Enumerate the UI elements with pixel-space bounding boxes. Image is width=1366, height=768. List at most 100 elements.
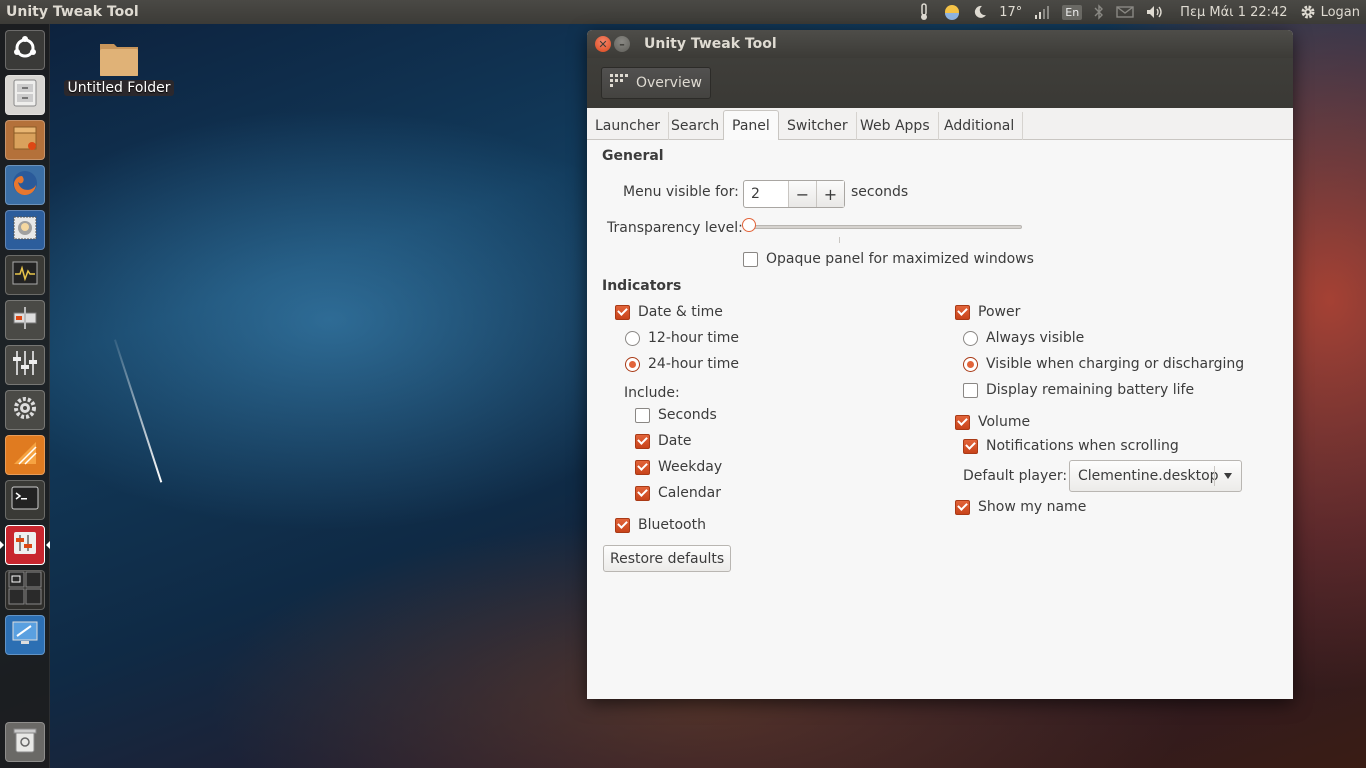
tab-search[interactable]: Search bbox=[663, 112, 729, 140]
show-name-option[interactable]: Show my name bbox=[955, 499, 1086, 515]
visible-charging-option[interactable]: Visible when charging or discharging bbox=[963, 356, 1244, 372]
launcher-thunderbird[interactable] bbox=[5, 210, 45, 250]
transparency-slider-track[interactable] bbox=[747, 225, 1022, 229]
bluetooth-option[interactable]: Bluetooth bbox=[615, 517, 706, 533]
default-player-dropdown[interactable]: Clementine.desktop bbox=[1069, 460, 1242, 492]
decrement-button[interactable]: − bbox=[788, 181, 816, 207]
bluetooth-icon[interactable] bbox=[1088, 0, 1110, 24]
dropdown-separator bbox=[1214, 466, 1215, 486]
show-name-label: Show my name bbox=[978, 499, 1087, 515]
hour12-label: 12-hour time bbox=[648, 330, 740, 346]
launcher-firefox[interactable] bbox=[5, 165, 45, 205]
launcher-remote-desktop[interactable] bbox=[5, 615, 45, 655]
calendar-option[interactable]: Calendar bbox=[635, 485, 721, 501]
weekday-option[interactable]: Weekday bbox=[635, 459, 722, 475]
desktop-folder[interactable]: Untitled Folder bbox=[64, 36, 174, 96]
moon-icon[interactable] bbox=[967, 0, 993, 24]
unity-tweak-tool-window: ✕ – Unity Tweak Tool Overview Launcher S… bbox=[587, 30, 1293, 699]
launcher-terminal[interactable] bbox=[5, 480, 45, 520]
keyboard-language-indicator[interactable]: En bbox=[1056, 0, 1088, 24]
notifications-scrolling-option[interactable]: Notifications when scrolling bbox=[963, 438, 1179, 454]
opaque-panel-checkbox[interactable] bbox=[743, 251, 758, 267]
launcher-trash[interactable] bbox=[5, 722, 45, 762]
menu-visible-spinbox[interactable]: 2 − + bbox=[743, 180, 845, 208]
file-cabinet-icon bbox=[12, 79, 38, 111]
launcher-disks[interactable] bbox=[5, 300, 45, 340]
tab-web-apps[interactable]: Web Apps bbox=[852, 112, 939, 140]
hour12-option[interactable]: 12-hour time bbox=[625, 330, 739, 346]
tab-additional[interactable]: Additional bbox=[936, 112, 1024, 140]
power-checkbox[interactable] bbox=[955, 304, 970, 320]
package-box-icon bbox=[11, 124, 39, 156]
settings-gear-icon bbox=[11, 394, 39, 426]
tab-switcher[interactable]: Switcher bbox=[779, 112, 857, 140]
bluetooth-checkbox[interactable] bbox=[615, 517, 630, 533]
close-button[interactable]: ✕ bbox=[595, 36, 611, 52]
minimize-icon: – bbox=[619, 37, 625, 51]
opaque-panel-option[interactable]: Opaque panel for maximized windows bbox=[743, 251, 1034, 267]
tab-launcher[interactable]: Launcher bbox=[587, 112, 670, 140]
window-title: Unity Tweak Tool bbox=[644, 36, 777, 52]
running-indicator bbox=[0, 541, 4, 549]
thermometer-icon[interactable] bbox=[911, 0, 937, 24]
general-section-title: General bbox=[602, 148, 664, 164]
folder-icon bbox=[98, 36, 140, 78]
launcher-sound-mixer[interactable] bbox=[5, 345, 45, 385]
date-label: Date bbox=[658, 433, 692, 449]
always-visible-option[interactable]: Always visible bbox=[963, 330, 1084, 346]
date-option[interactable]: Date bbox=[635, 433, 691, 449]
trash-icon bbox=[13, 726, 37, 758]
power-option[interactable]: Power bbox=[955, 304, 1020, 320]
mail-icon[interactable] bbox=[1110, 0, 1140, 24]
weather-icon[interactable] bbox=[937, 0, 967, 24]
calendar-checkbox[interactable] bbox=[635, 485, 650, 501]
battery-life-label: Display remaining battery life bbox=[986, 382, 1195, 398]
launcher-workspace-switcher[interactable] bbox=[5, 570, 45, 610]
launcher-unity-tweak-tool[interactable] bbox=[5, 525, 45, 565]
launcher-system-monitor[interactable] bbox=[5, 255, 45, 295]
minimize-button[interactable]: – bbox=[614, 36, 630, 52]
gear-icon bbox=[1300, 4, 1316, 20]
battery-life-option[interactable]: Display remaining battery life bbox=[963, 382, 1194, 398]
network-signal-icon[interactable] bbox=[1028, 0, 1056, 24]
battery-life-checkbox[interactable] bbox=[963, 382, 978, 398]
close-icon: ✕ bbox=[598, 37, 608, 51]
launcher-files[interactable] bbox=[5, 75, 45, 115]
hour24-radio[interactable] bbox=[625, 356, 640, 372]
notifications-scrolling-label: Notifications when scrolling bbox=[986, 438, 1179, 454]
date-checkbox[interactable] bbox=[635, 433, 650, 449]
launcher-dash-home[interactable] bbox=[5, 30, 45, 70]
volume-icon[interactable] bbox=[1140, 0, 1170, 24]
notifications-scrolling-checkbox[interactable] bbox=[963, 438, 978, 454]
hour12-radio[interactable] bbox=[625, 330, 640, 346]
increment-button[interactable]: + bbox=[816, 181, 844, 207]
launcher-vlc[interactable] bbox=[5, 435, 45, 475]
clock[interactable]: Πεμ Μάι 1 22:42 bbox=[1170, 0, 1293, 24]
temperature-text[interactable]: 17° bbox=[993, 0, 1028, 24]
overview-label: Overview bbox=[636, 75, 702, 91]
menu-visible-value[interactable]: 2 bbox=[744, 181, 788, 207]
date-time-option[interactable]: Date & time bbox=[615, 304, 723, 320]
restore-defaults-button[interactable]: Restore defaults bbox=[603, 545, 732, 572]
weekday-label: Weekday bbox=[658, 459, 723, 475]
tab-panel[interactable]: Panel bbox=[723, 110, 779, 141]
date-time-checkbox[interactable] bbox=[615, 304, 630, 320]
ubuntu-logo-icon bbox=[12, 35, 38, 65]
visible-charging-radio[interactable] bbox=[963, 356, 978, 372]
show-name-checkbox[interactable] bbox=[955, 499, 970, 515]
hour24-option[interactable]: 24-hour time bbox=[625, 356, 739, 372]
volume-option[interactable]: Volume bbox=[955, 414, 1030, 430]
weekday-checkbox[interactable] bbox=[635, 459, 650, 475]
volume-checkbox[interactable] bbox=[955, 414, 970, 430]
always-visible-radio[interactable] bbox=[963, 330, 978, 346]
tweak-tool-icon bbox=[11, 529, 39, 561]
overview-button[interactable]: Overview bbox=[601, 67, 711, 99]
transparency-slider-handle[interactable] bbox=[742, 218, 756, 232]
window-toolbar: Overview bbox=[587, 58, 1293, 108]
window-titlebar[interactable]: ✕ – Unity Tweak Tool bbox=[587, 30, 1293, 58]
launcher-system-settings[interactable] bbox=[5, 390, 45, 430]
launcher-software-center[interactable] bbox=[5, 120, 45, 160]
seconds-option[interactable]: Seconds bbox=[635, 407, 717, 423]
seconds-checkbox[interactable] bbox=[635, 407, 650, 423]
session-menu[interactable]: Logan bbox=[1294, 0, 1366, 24]
